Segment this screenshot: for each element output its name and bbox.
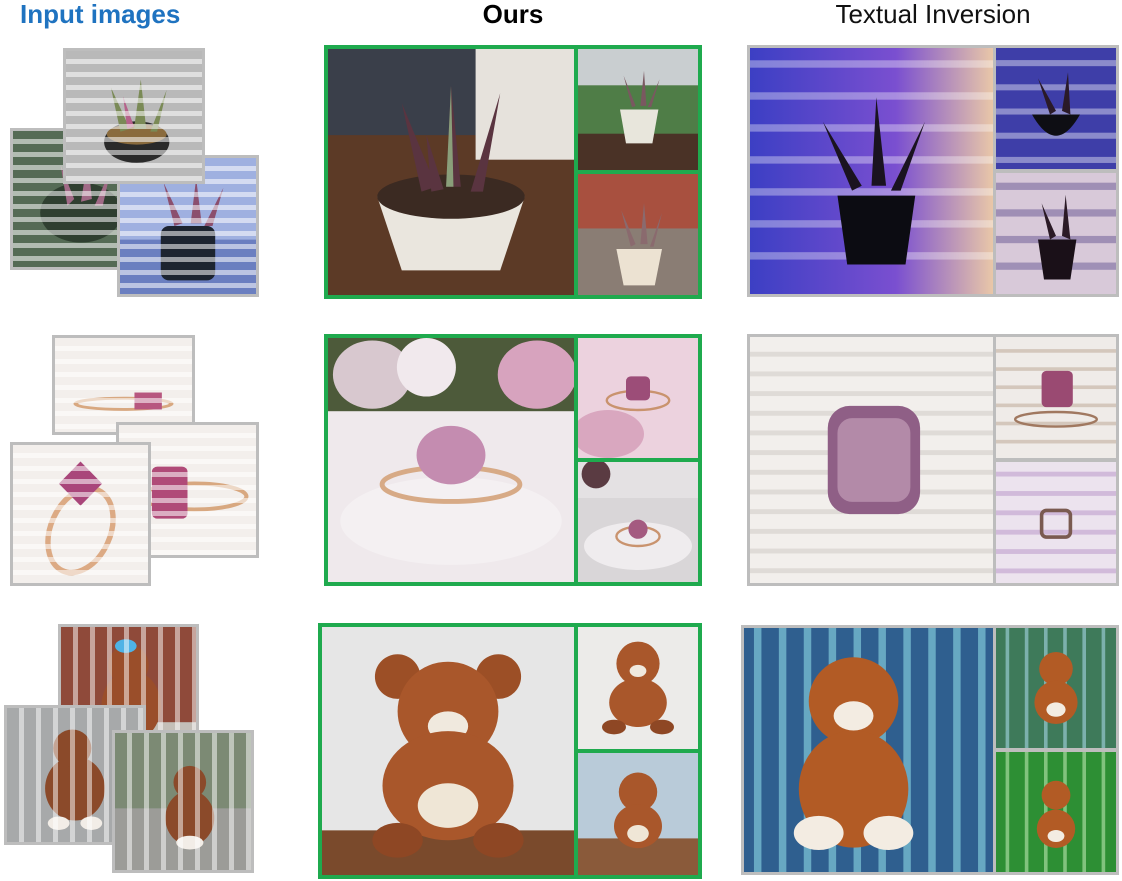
ti-plant-small-1 bbox=[996, 48, 1116, 169]
ours-plant-small-1 bbox=[578, 49, 698, 170]
ti-teddy-small-1 bbox=[996, 628, 1116, 748]
ti-teddy-grid bbox=[741, 625, 1119, 875]
ti-plant-main bbox=[750, 48, 993, 294]
textual-inversion-header: Textual Inversion bbox=[835, 0, 1031, 29]
ours-plant-small-2 bbox=[578, 174, 698, 295]
ti-plant-small-2 bbox=[996, 173, 1116, 294]
ours-plant-main bbox=[328, 49, 574, 295]
input-plant-image-3 bbox=[63, 48, 205, 184]
input-ring-image-1 bbox=[52, 335, 195, 435]
ours-teddy-small-1 bbox=[578, 627, 698, 749]
ours-teddy-grid bbox=[318, 623, 702, 879]
ti-ring-small-1 bbox=[996, 337, 1116, 458]
ours-header: Ours bbox=[482, 0, 544, 29]
ours-ring-small-1 bbox=[578, 338, 698, 458]
ti-teddy-main bbox=[744, 628, 993, 872]
input-images-header: Input images bbox=[20, 0, 181, 29]
ours-teddy-small-2 bbox=[578, 753, 698, 875]
ti-ring-main bbox=[750, 337, 993, 583]
ours-ring-main bbox=[328, 338, 574, 582]
ours-ring-small-2 bbox=[578, 462, 698, 582]
input-ring-image-3 bbox=[10, 442, 151, 586]
ti-teddy-small-2 bbox=[996, 752, 1116, 872]
input-teddy-image-3 bbox=[112, 730, 254, 873]
ours-plant-grid bbox=[324, 45, 702, 299]
ours-ring-grid bbox=[324, 334, 702, 586]
ti-ring-grid bbox=[747, 334, 1119, 586]
ti-plant-grid bbox=[747, 45, 1119, 297]
ours-teddy-main bbox=[322, 627, 574, 875]
ti-ring-small-2 bbox=[996, 462, 1116, 583]
